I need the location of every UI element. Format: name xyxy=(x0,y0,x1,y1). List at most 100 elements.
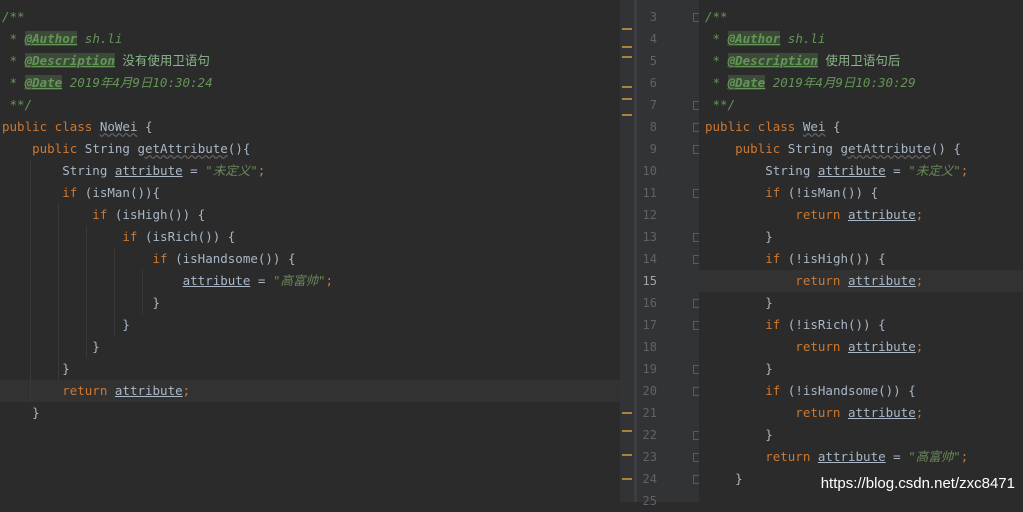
code-line[interactable]: return attribute; xyxy=(699,204,1023,226)
code-line[interactable]: if (isMan()){ xyxy=(0,182,620,204)
code-token: attribute xyxy=(817,449,886,464)
warning-stripe-mark[interactable] xyxy=(622,430,632,432)
code-token: * xyxy=(2,31,25,46)
code-token: attribute xyxy=(848,339,916,354)
code-line[interactable]: } xyxy=(0,358,620,380)
warning-stripe-mark[interactable] xyxy=(622,86,632,88)
code-line[interactable]: public String getAttribute(){ xyxy=(0,138,620,160)
code-line[interactable]: /** xyxy=(0,6,620,28)
code-token: = xyxy=(885,449,909,464)
code-token: attribute xyxy=(182,273,251,288)
code-token: sh.li xyxy=(77,31,123,46)
code-line[interactable]: * @Author sh.li xyxy=(699,28,1023,50)
code-line[interactable]: return attribute; xyxy=(0,380,620,402)
code-token: 2019年4月9日10:30:29 xyxy=(765,75,916,90)
code-line[interactable]: if (!isHandsome()) { xyxy=(699,380,1023,402)
warning-stripe-mark[interactable] xyxy=(622,28,632,30)
code-token: public class xyxy=(705,119,803,134)
code-line[interactable]: attribute = "高富帅"; xyxy=(0,270,620,292)
code-line[interactable]: if (isHandsome()) { xyxy=(0,248,620,270)
code-line[interactable]: if (isRich()) { xyxy=(0,226,620,248)
code-line[interactable]: return attribute; xyxy=(699,270,1023,292)
warning-stripe-mark[interactable] xyxy=(622,46,632,48)
warning-stripe-mark[interactable] xyxy=(622,114,632,116)
line-number: 19 xyxy=(642,362,657,376)
code-token: Wei xyxy=(802,119,826,134)
code-line[interactable]: } xyxy=(699,358,1023,380)
warning-stripe-mark[interactable] xyxy=(622,412,632,414)
code-line[interactable]: return attribute; xyxy=(699,402,1023,424)
line-number: 20 xyxy=(642,384,657,398)
code-line[interactable]: public class Wei { xyxy=(699,116,1023,138)
code-line[interactable]: * @Date 2019年4月9日10:30:24 xyxy=(0,72,620,94)
code-line[interactable]: public class NoWei { xyxy=(0,116,620,138)
code-line[interactable]: if (!isHigh()) { xyxy=(699,248,1023,270)
warning-stripe-mark[interactable] xyxy=(622,98,632,100)
code-line[interactable]: **/ xyxy=(699,94,1023,116)
indent-guide xyxy=(86,226,87,358)
code-token: (!isHigh()) { xyxy=(787,251,886,266)
code-line[interactable]: return attribute; xyxy=(699,336,1023,358)
code-token: ; xyxy=(257,163,266,178)
code-line[interactable]: } xyxy=(699,292,1023,314)
code-line[interactable]: } xyxy=(699,226,1023,248)
left-editor-pane[interactable]: /** * @Author sh.li * @Description 没有使用卫… xyxy=(0,0,620,502)
editor-window: /** * @Author sh.li * @Description 没有使用卫… xyxy=(0,0,1023,508)
code-token: 2019年4月9日10:30:24 xyxy=(62,75,213,90)
code-line[interactable]: * @Date 2019年4月9日10:30:29 xyxy=(699,72,1023,94)
code-line[interactable]: public String getAttribute() { xyxy=(699,138,1023,160)
right-editor-pane[interactable]: /** * @Author sh.li * @Description 使用卫语句… xyxy=(699,0,1023,502)
code-token: attribute xyxy=(848,207,916,222)
line-number: 4 xyxy=(649,32,657,46)
line-number: 16 xyxy=(642,296,657,310)
code-line[interactable]: if (!isMan()) { xyxy=(699,182,1023,204)
code-line[interactable]: **/ xyxy=(0,94,620,116)
code-token: **/ xyxy=(705,97,736,112)
code-token: if xyxy=(705,185,788,200)
code-token: NoWei xyxy=(99,119,138,134)
code-token: { xyxy=(137,119,153,134)
code-token: (){ xyxy=(227,141,251,156)
code-line[interactable]: } xyxy=(699,424,1023,446)
code-token: * xyxy=(2,75,25,90)
code-line[interactable]: } xyxy=(0,292,620,314)
code-line[interactable]: } xyxy=(0,402,620,424)
code-token: "高富帅" xyxy=(272,273,326,288)
code-line[interactable]: if (isHigh()) { xyxy=(0,204,620,226)
line-number-gutter[interactable]: 3 4 5 6 7 8 9 10 11 12 13 14 15 16 17 18 19 20 21 22 23 24 25 xyxy=(637,0,702,508)
code-token: String xyxy=(84,141,138,156)
code-token: } xyxy=(705,427,773,442)
code-token: ; xyxy=(960,163,969,178)
warning-stripe-mark[interactable] xyxy=(622,454,632,456)
code-line[interactable]: return attribute = "高富帅"; xyxy=(699,446,1023,468)
line-number: 13 xyxy=(642,230,657,244)
code-token: getAttribute xyxy=(840,141,931,156)
code-token: public xyxy=(2,141,85,156)
code-token: ; xyxy=(915,405,924,420)
code-line[interactable]: * @Author sh.li xyxy=(0,28,620,50)
code-token: @Date xyxy=(24,75,63,90)
indent-guide xyxy=(142,270,143,314)
code-line[interactable]: } xyxy=(0,314,620,336)
line-number: 3 xyxy=(649,10,657,24)
code-line[interactable]: String attribute = "未定义"; xyxy=(699,160,1023,182)
code-token: ; xyxy=(915,339,924,354)
code-token: 使用卫语句后 xyxy=(817,53,901,68)
code-line[interactable]: * @Description 使用卫语句后 xyxy=(699,50,1023,72)
warning-stripe-mark[interactable] xyxy=(622,56,632,58)
code-token: /** xyxy=(2,9,25,24)
code-line[interactable] xyxy=(699,490,1023,512)
code-token: (!isHandsome()) { xyxy=(787,383,916,398)
code-line[interactable]: /** xyxy=(699,6,1023,28)
indent-guide xyxy=(114,248,115,336)
line-number: 21 xyxy=(642,406,657,420)
line-number: 22 xyxy=(642,428,657,442)
error-stripe[interactable] xyxy=(620,0,634,502)
warning-stripe-mark[interactable] xyxy=(622,478,632,480)
code-line[interactable]: if (!isRich()) { xyxy=(699,314,1023,336)
line-number: 24 xyxy=(642,472,657,486)
code-line[interactable]: } xyxy=(0,336,620,358)
code-line[interactable]: String attribute = "未定义"; xyxy=(0,160,620,182)
code-line[interactable]: * @Description 没有使用卫语句 xyxy=(0,50,620,72)
code-token: (isHandsome()) { xyxy=(175,251,296,266)
